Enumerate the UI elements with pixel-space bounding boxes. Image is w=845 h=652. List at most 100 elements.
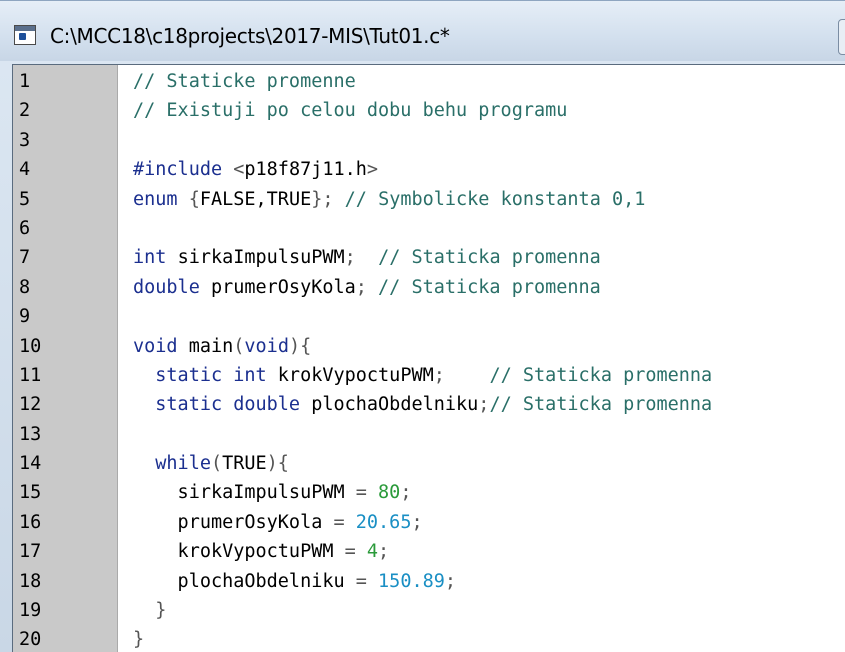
code-token: = <box>344 541 367 563</box>
code-token: plochaObdelniku <box>133 570 356 592</box>
line-number: 19 <box>19 600 42 622</box>
code-text: } <box>133 625 144 652</box>
code-token: 150.89 <box>378 570 445 592</box>
code-token: ; <box>400 482 412 504</box>
code-token: krokVypoctuPWM <box>277 364 434 386</box>
code-text: // Staticke promenne <box>133 67 356 96</box>
code-text: prumerOsyKola = 20.65; <box>133 508 423 537</box>
code-token: ( <box>233 335 245 357</box>
code-text: sirkaImpulsuPWM = 80; <box>133 478 412 507</box>
code-text: plochaObdelniku = 150.89; <box>133 567 456 596</box>
line-number: 14 <box>19 453 42 475</box>
line-number: 17 <box>19 541 42 563</box>
code-line[interactable]: 12 static double plochaObdelniku;// Stat… <box>13 390 845 419</box>
code-token: } <box>133 600 167 622</box>
code-line[interactable]: 11 static int krokVypoctuPWM; // Statick… <box>13 361 845 390</box>
window-control-button[interactable] <box>838 19 845 55</box>
code-token: while <box>133 453 211 475</box>
code-lines: 1 // Staticke promenne 2 // Existuji po cel… <box>13 67 845 652</box>
code-token: krokVypoctuPWM <box>133 541 345 563</box>
code-line[interactable]: 18 plochaObdelniku = 150.89; <box>13 567 845 596</box>
code-line[interactable]: 10 void main(void){ <box>13 332 845 361</box>
line-number: 10 <box>19 335 42 357</box>
code-line[interactable]: 9 <box>13 302 845 331</box>
code-token: = <box>355 570 379 592</box>
code-token: // Staticke promenne <box>133 71 356 92</box>
code-text: #include <p18f87j11.h> <box>133 155 378 184</box>
code-token: main <box>188 335 234 357</box>
code-line[interactable]: 13 <box>13 420 845 449</box>
code-line[interactable]: 20} <box>13 625 845 652</box>
code-token: { <box>188 188 200 210</box>
code-token: prumerOsyKola <box>210 276 356 298</box>
code-line[interactable]: 8 double prumerOsyKola; // Staticka prome… <box>13 273 845 302</box>
code-line[interactable]: 3 <box>13 126 845 155</box>
line-number: 6 <box>19 217 31 239</box>
code-token: enum <box>133 188 189 210</box>
code-line[interactable]: 17 krokVypoctuPWM = 4; <box>13 537 845 566</box>
line-number: 2 <box>19 100 31 122</box>
line-number: 20 <box>19 629 42 651</box>
code-text: while(TRUE){ <box>133 449 289 478</box>
line-number: 13 <box>19 423 42 445</box>
line-number: 7 <box>19 247 31 269</box>
code-line[interactable]: 19 } <box>13 596 845 625</box>
code-token: ; <box>344 247 379 269</box>
code-token: ){ <box>288 335 312 357</box>
code-token: // Symbolicke konstanta 0,1 <box>344 188 646 210</box>
code-token: 20.65 <box>355 511 412 533</box>
code-token: void <box>244 335 289 357</box>
code-token: 4 <box>366 541 379 563</box>
code-token: // Staticka promenna <box>378 276 601 298</box>
code-token: ; <box>411 511 423 533</box>
code-token: ; <box>355 276 379 298</box>
code-text: int sirkaImpulsuPWM; // Staticka promenn… <box>133 243 601 272</box>
code-token: }; <box>311 188 345 210</box>
code-line[interactable]: 2 // Existuji po celou dobu behu programu <box>13 96 845 125</box>
code-token: double <box>133 276 211 298</box>
line-number: 3 <box>19 129 31 151</box>
code-line[interactable]: 14 while(TRUE){ <box>13 449 845 478</box>
line-number: 18 <box>19 570 42 592</box>
code-token: FALSE,TRUE <box>199 188 312 210</box>
code-token: static double <box>133 394 312 416</box>
code-line[interactable]: 7 int sirkaImpulsuPWM; // Staticka promen… <box>13 243 845 272</box>
code-text: // Existuji po celou dobu behu programu <box>133 96 567 125</box>
code-token: ; <box>378 541 390 563</box>
code-line[interactable]: 1 // Staticke promenne <box>13 67 845 96</box>
code-token: 80 <box>378 482 401 504</box>
code-text: void main(void){ <box>133 332 311 361</box>
code-token: ; <box>433 364 490 386</box>
window-title: C:\MCC18\c18projects\2017-MIS\Tut01.c* <box>50 24 450 48</box>
line-number: 5 <box>19 188 31 210</box>
code-token: < <box>233 159 245 181</box>
code-token: ){ <box>266 453 289 475</box>
code-token: plochaObdelniku <box>311 394 479 416</box>
code-token: > <box>366 159 379 181</box>
line-number: 11 <box>19 364 42 386</box>
code-token: void <box>133 335 189 357</box>
code-line[interactable]: 15 sirkaImpulsuPWM = 80; <box>13 478 845 507</box>
code-token: prumerOsyKola <box>133 511 334 533</box>
code-line[interactable]: 4 #include <p18f87j11.h> <box>13 155 845 184</box>
code-token: TRUE <box>222 453 267 475</box>
code-token: = <box>355 482 379 504</box>
document-window-icon[interactable] <box>14 25 36 45</box>
code-line[interactable]: 16 prumerOsyKola = 20.65; <box>13 508 845 537</box>
editor-window: C:\MCC18\c18projects\2017-MIS\Tut01.c* 1… <box>0 0 845 652</box>
code-token: // Staticka promenna <box>489 394 713 416</box>
code-token: // Staticka promenna <box>378 247 601 269</box>
line-number: 9 <box>19 306 31 328</box>
code-line[interactable]: 6 <box>13 214 845 243</box>
code-line[interactable]: 5 enum {FALSE,TRUE}; // Symbolicke konsta… <box>13 185 845 214</box>
code-token: p18f87j11.h <box>244 159 367 181</box>
line-number: 16 <box>19 511 42 533</box>
code-token: = <box>333 511 356 533</box>
code-text: } <box>133 596 166 625</box>
line-number: 12 <box>19 394 42 416</box>
code-editor[interactable]: 1 // Staticke promenne 2 // Existuji po cel… <box>12 64 845 652</box>
line-number: 8 <box>19 276 31 298</box>
title-bar[interactable]: C:\MCC18\c18projects\2017-MIS\Tut01.c* <box>0 1 845 61</box>
code-token: int <box>133 247 178 269</box>
code-text: enum {FALSE,TRUE}; // Symbolicke konstan… <box>133 185 645 214</box>
